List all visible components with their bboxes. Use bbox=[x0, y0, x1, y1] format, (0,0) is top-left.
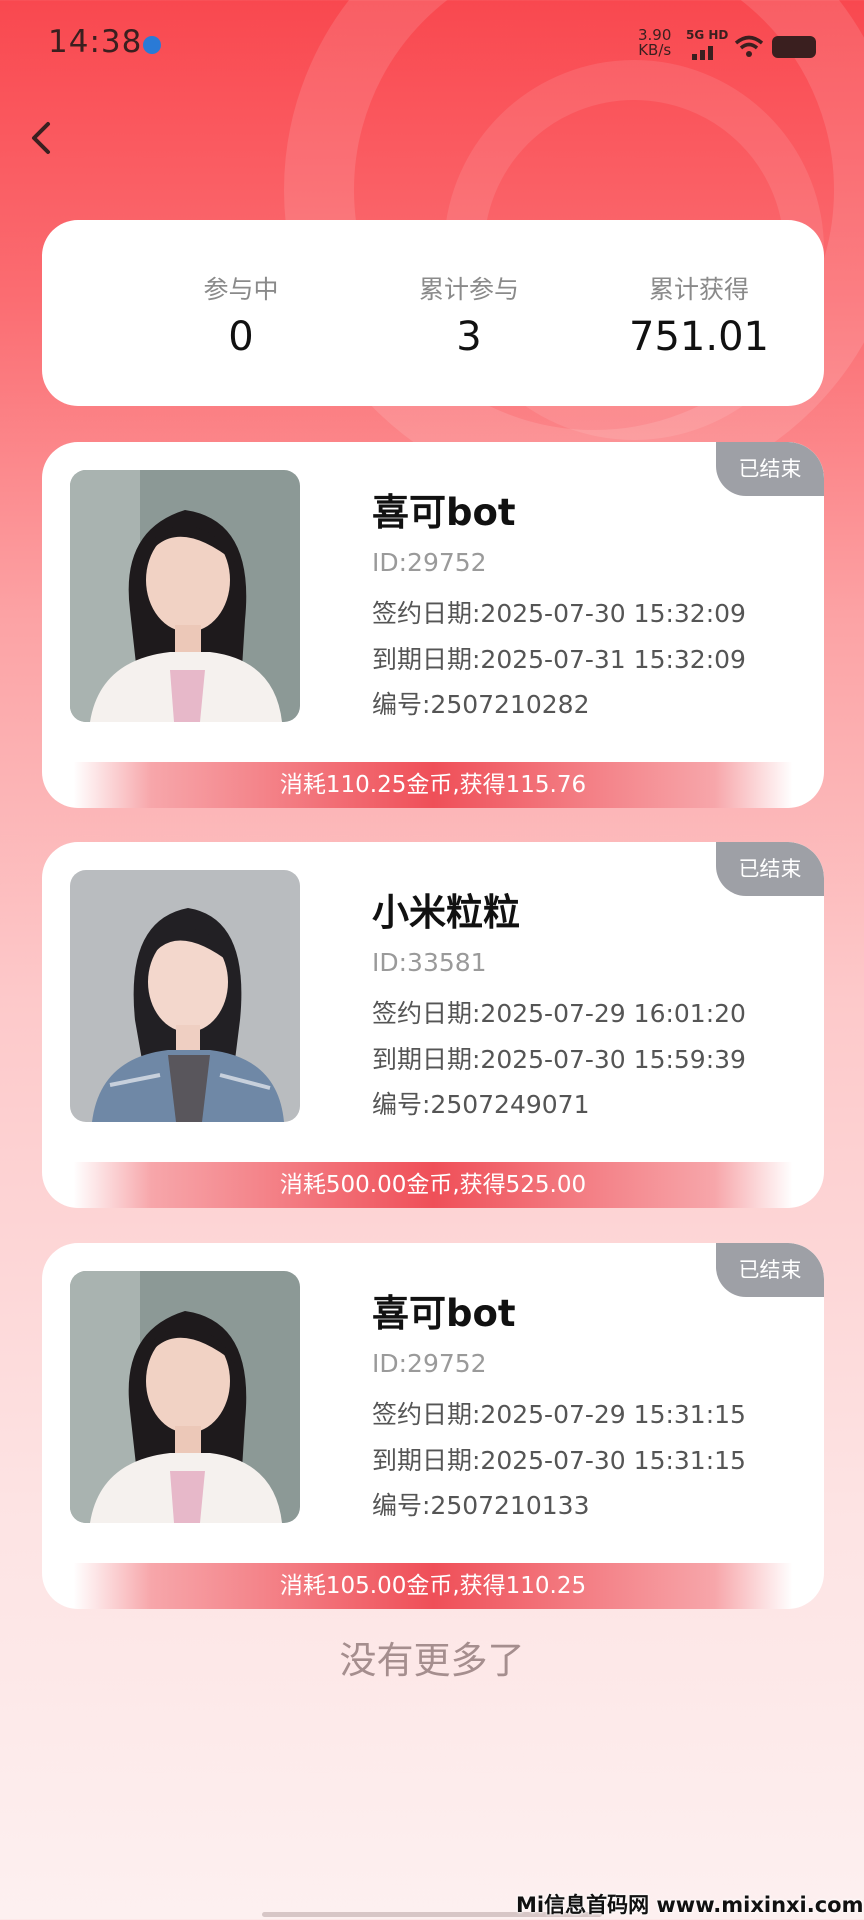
record-number: 编号:2507210282 bbox=[372, 690, 590, 719]
status-time: 14:38 bbox=[48, 24, 143, 60]
avatar bbox=[70, 470, 300, 722]
record-card[interactable]: 已结束 喜可bot ID:29752 签约日期:2025-07-30 15:32… bbox=[42, 442, 824, 808]
avatar bbox=[70, 870, 300, 1122]
record-card[interactable]: 已结束 喜可bot ID:29752 签约日期:2025-07-29 15:31… bbox=[42, 1243, 824, 1609]
watermark: Mi信息首码网 www.mixinxi.com bbox=[516, 1893, 864, 1917]
record-card[interactable]: 已结束 小米粒粒 ID:33581 签约日期:2025-07-29 16:01:… bbox=[42, 842, 824, 1208]
wifi-icon bbox=[734, 35, 764, 57]
record-id: ID:29752 bbox=[372, 548, 487, 577]
stat-value: 0 bbox=[228, 314, 254, 360]
record-id: ID:29752 bbox=[372, 1349, 487, 1378]
status-badge: 已结束 bbox=[716, 442, 824, 496]
stat-value: 3 bbox=[456, 314, 482, 360]
stat-participating: 参与中 0 bbox=[126, 220, 356, 406]
record-result: 消耗110.25金币,获得115.76 bbox=[42, 762, 824, 808]
status-badge: 已结束 bbox=[716, 842, 824, 896]
battery-icon bbox=[772, 36, 816, 58]
record-name: 喜可bot bbox=[372, 491, 516, 534]
network-speed-unit: KB/s bbox=[638, 41, 672, 59]
record-expire-date: 到期日期:2025-07-30 15:31:15 bbox=[372, 1446, 746, 1475]
record-expire-date: 到期日期:2025-07-30 15:59:39 bbox=[372, 1045, 746, 1074]
summary-card: 参与中 0 累计参与 3 累计获得 751.01 bbox=[42, 220, 824, 406]
record-result: 消耗105.00金币,获得110.25 bbox=[42, 1563, 824, 1609]
record-sign-date: 签约日期:2025-07-30 15:32:09 bbox=[372, 599, 746, 628]
stat-label: 参与中 bbox=[203, 275, 279, 304]
signal-icon bbox=[692, 46, 713, 60]
network-type-badge: 5G HD bbox=[686, 28, 729, 42]
record-result: 消耗500.00金币,获得525.00 bbox=[42, 1162, 824, 1208]
record-number: 编号:2507249071 bbox=[372, 1090, 590, 1119]
avatar bbox=[70, 1271, 300, 1523]
location-dot-icon bbox=[143, 36, 161, 54]
record-sign-date: 签约日期:2025-07-29 15:31:15 bbox=[372, 1400, 746, 1429]
status-badge: 已结束 bbox=[716, 1243, 824, 1297]
record-number: 编号:2507210133 bbox=[372, 1491, 590, 1520]
back-arrow-icon[interactable] bbox=[24, 118, 60, 158]
record-name: 小米粒粒 bbox=[372, 891, 520, 934]
stat-total-earned: 累计获得 751.01 bbox=[584, 220, 814, 406]
no-more-text: 没有更多了 bbox=[339, 1639, 525, 1682]
stat-label: 累计参与 bbox=[418, 275, 519, 304]
stat-label: 累计获得 bbox=[648, 275, 749, 304]
record-id: ID:33581 bbox=[372, 948, 487, 977]
stat-value: 751.01 bbox=[629, 314, 769, 360]
status-bar: 14:38 3.90 KB/s 5G HD bbox=[0, 0, 864, 92]
network-speed: 3.90 KB/s bbox=[638, 28, 671, 58]
record-sign-date: 签约日期:2025-07-29 16:01:20 bbox=[372, 999, 746, 1028]
record-expire-date: 到期日期:2025-07-31 15:32:09 bbox=[372, 645, 746, 674]
stat-total-participated: 累计参与 3 bbox=[354, 220, 584, 406]
record-name: 喜可bot bbox=[372, 1292, 516, 1335]
